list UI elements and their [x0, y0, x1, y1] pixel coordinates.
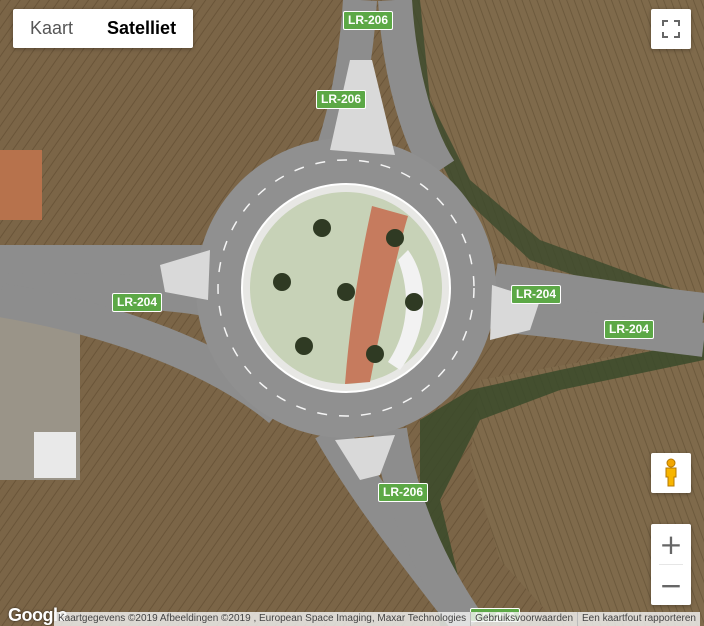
report-map-error-link[interactable]: Een kaartfout rapporteren	[577, 612, 700, 626]
pegman-icon	[665, 458, 677, 487]
zoom-out-button[interactable]: −	[651, 565, 691, 605]
zoom-control: + −	[651, 524, 691, 605]
road-label-lr206: LR-206	[316, 90, 367, 109]
street-view-pegman-button[interactable]	[651, 453, 691, 493]
fullscreen-icon	[662, 20, 680, 38]
map-type-satelliet-button[interactable]: Satelliet	[90, 9, 193, 48]
terms-link[interactable]: Gebruiksvoorwaarden	[470, 612, 577, 626]
map-data-attribution: Kaartgegevens ©2019 Afbeeldingen ©2019 ,…	[58, 613, 467, 624]
attribution-bar: Kaartgegevens ©2019 Afbeeldingen ©2019 ,…	[54, 612, 700, 626]
road-label-lr206: LR-206	[343, 11, 394, 30]
map-type-control: Kaart Satelliet	[13, 9, 194, 48]
road-label-lr204: LR-204	[604, 320, 655, 339]
road-label-lr206: LR-206	[378, 483, 429, 502]
map-type-kaart-button[interactable]: Kaart	[13, 9, 90, 48]
map-canvas[interactable]: Kaart Satelliet + − LR-206 LR-206 LR-204…	[0, 0, 704, 626]
fullscreen-button[interactable]	[651, 9, 691, 49]
zoom-in-button[interactable]: +	[651, 524, 691, 564]
road-label-lr204: LR-204	[112, 293, 163, 312]
road-label-lr204: LR-204	[511, 285, 562, 304]
